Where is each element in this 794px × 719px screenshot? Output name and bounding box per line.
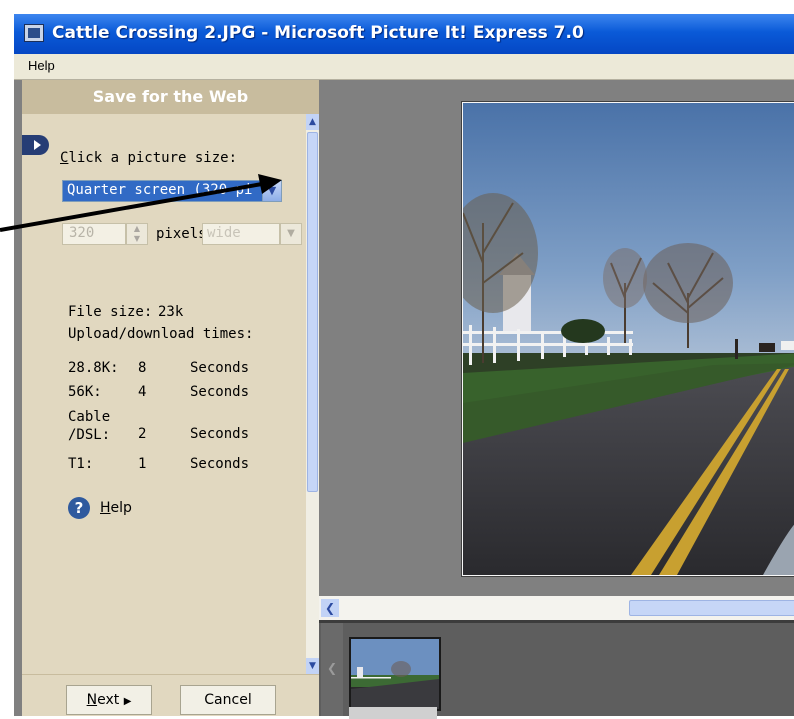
spinner-up-icon: ▲ bbox=[133, 224, 141, 233]
chevron-down-icon: ▼ bbox=[267, 184, 277, 197]
speed-unit: Seconds bbox=[190, 360, 250, 376]
cancel-button[interactable]: Cancel bbox=[180, 685, 276, 715]
thumbnail-caption-bar bbox=[349, 707, 437, 719]
window-title: Cattle Crossing 2.JPG - Microsoft Pictur… bbox=[52, 23, 584, 43]
speed-connection: 28.8K: bbox=[68, 360, 119, 376]
help-link[interactable]: Help bbox=[100, 500, 132, 516]
next-accel: N bbox=[86, 692, 98, 708]
question-mark-icon[interactable]: ? bbox=[68, 497, 90, 519]
filmstrip-left-icon[interactable]: ❮ bbox=[321, 623, 343, 716]
photo-preview bbox=[461, 101, 794, 577]
picture-size-select[interactable]: Quarter screen (320 pixels) bbox=[62, 180, 278, 202]
canvas-horizontal-scrollbar[interactable]: ❮ bbox=[319, 596, 794, 620]
speed-connection: Cable /DSL: bbox=[68, 409, 111, 443]
panel-title: Save for the Web bbox=[22, 80, 319, 114]
pixels-label: pixels bbox=[156, 226, 207, 242]
speed-unit: Seconds bbox=[190, 456, 250, 472]
picture-size-value: Quarter screen (320 pixels) bbox=[67, 182, 253, 198]
picture-size-label: Click a picture size: bbox=[60, 150, 237, 166]
chevron-down-icon: ▼ bbox=[287, 228, 295, 239]
panel-footer: Next ▶ Cancel bbox=[22, 674, 319, 716]
transfer-times-label: Upload/download times: bbox=[68, 326, 254, 342]
thumbnail-cattle-crossing[interactable] bbox=[349, 637, 441, 711]
filmstrip: ❮ bbox=[319, 620, 794, 719]
scroll-down-icon[interactable]: ▼ bbox=[306, 658, 319, 674]
help-link-text: elp bbox=[110, 500, 132, 516]
speed-unit: Seconds bbox=[190, 384, 250, 400]
picture-size-dropdown-button[interactable]: ▼ bbox=[262, 180, 282, 202]
menu-help[interactable]: Help bbox=[28, 58, 55, 73]
speed-unit: Seconds bbox=[190, 426, 250, 442]
file-size-value: 23k bbox=[158, 304, 184, 320]
photo-image bbox=[463, 103, 794, 575]
scroll-left-icon[interactable]: ❮ bbox=[321, 599, 339, 617]
scrollbar-thumb[interactable] bbox=[629, 600, 794, 616]
width-input[interactable]: 320 bbox=[62, 223, 126, 245]
menu-bar: Help bbox=[14, 54, 794, 80]
picture-size-label-text: lick a picture size: bbox=[68, 150, 238, 166]
app-icon bbox=[24, 24, 44, 42]
app-window: Cattle Crossing 2.JPG - Microsoft Pictur… bbox=[14, 14, 794, 719]
speed-value: 1 bbox=[138, 456, 147, 472]
speed-value: 8 bbox=[138, 360, 147, 376]
file-size-label: File size: bbox=[68, 304, 153, 320]
title-bar: Cattle Crossing 2.JPG - Microsoft Pictur… bbox=[14, 14, 794, 54]
scrollbar-thumb[interactable] bbox=[307, 132, 318, 492]
play-arrow-icon: ▶ bbox=[123, 696, 132, 707]
speed-value: 4 bbox=[138, 384, 147, 400]
panel-content: Click a picture size: Quarter screen (32… bbox=[22, 114, 306, 674]
width-spinner[interactable]: ▲ ▼ bbox=[126, 223, 148, 245]
image-canvas bbox=[319, 80, 794, 614]
scroll-up-icon[interactable]: ▲ bbox=[306, 114, 319, 130]
speed-value: 2 bbox=[138, 426, 147, 442]
spinner-down-icon: ▼ bbox=[133, 234, 141, 243]
dimension-dropdown-button[interactable]: ▼ bbox=[280, 223, 302, 245]
next-button[interactable]: Next ▶ bbox=[66, 685, 152, 715]
step-arrow-icon bbox=[22, 135, 49, 155]
speed-connection: 56K: bbox=[68, 384, 102, 400]
dimension-select[interactable]: wide bbox=[202, 223, 280, 245]
next-label: ext bbox=[97, 692, 120, 708]
speed-connection: T1: bbox=[68, 456, 94, 472]
panel-scrollbar[interactable]: ▲ ▼ bbox=[306, 114, 319, 674]
thumbnail-image bbox=[351, 639, 439, 709]
dimension-value: wide bbox=[207, 225, 241, 241]
width-value: 320 bbox=[69, 225, 95, 241]
task-panel: Save for the Web Click a picture size: Q… bbox=[22, 80, 319, 716]
help-link-accel: H bbox=[100, 500, 111, 516]
